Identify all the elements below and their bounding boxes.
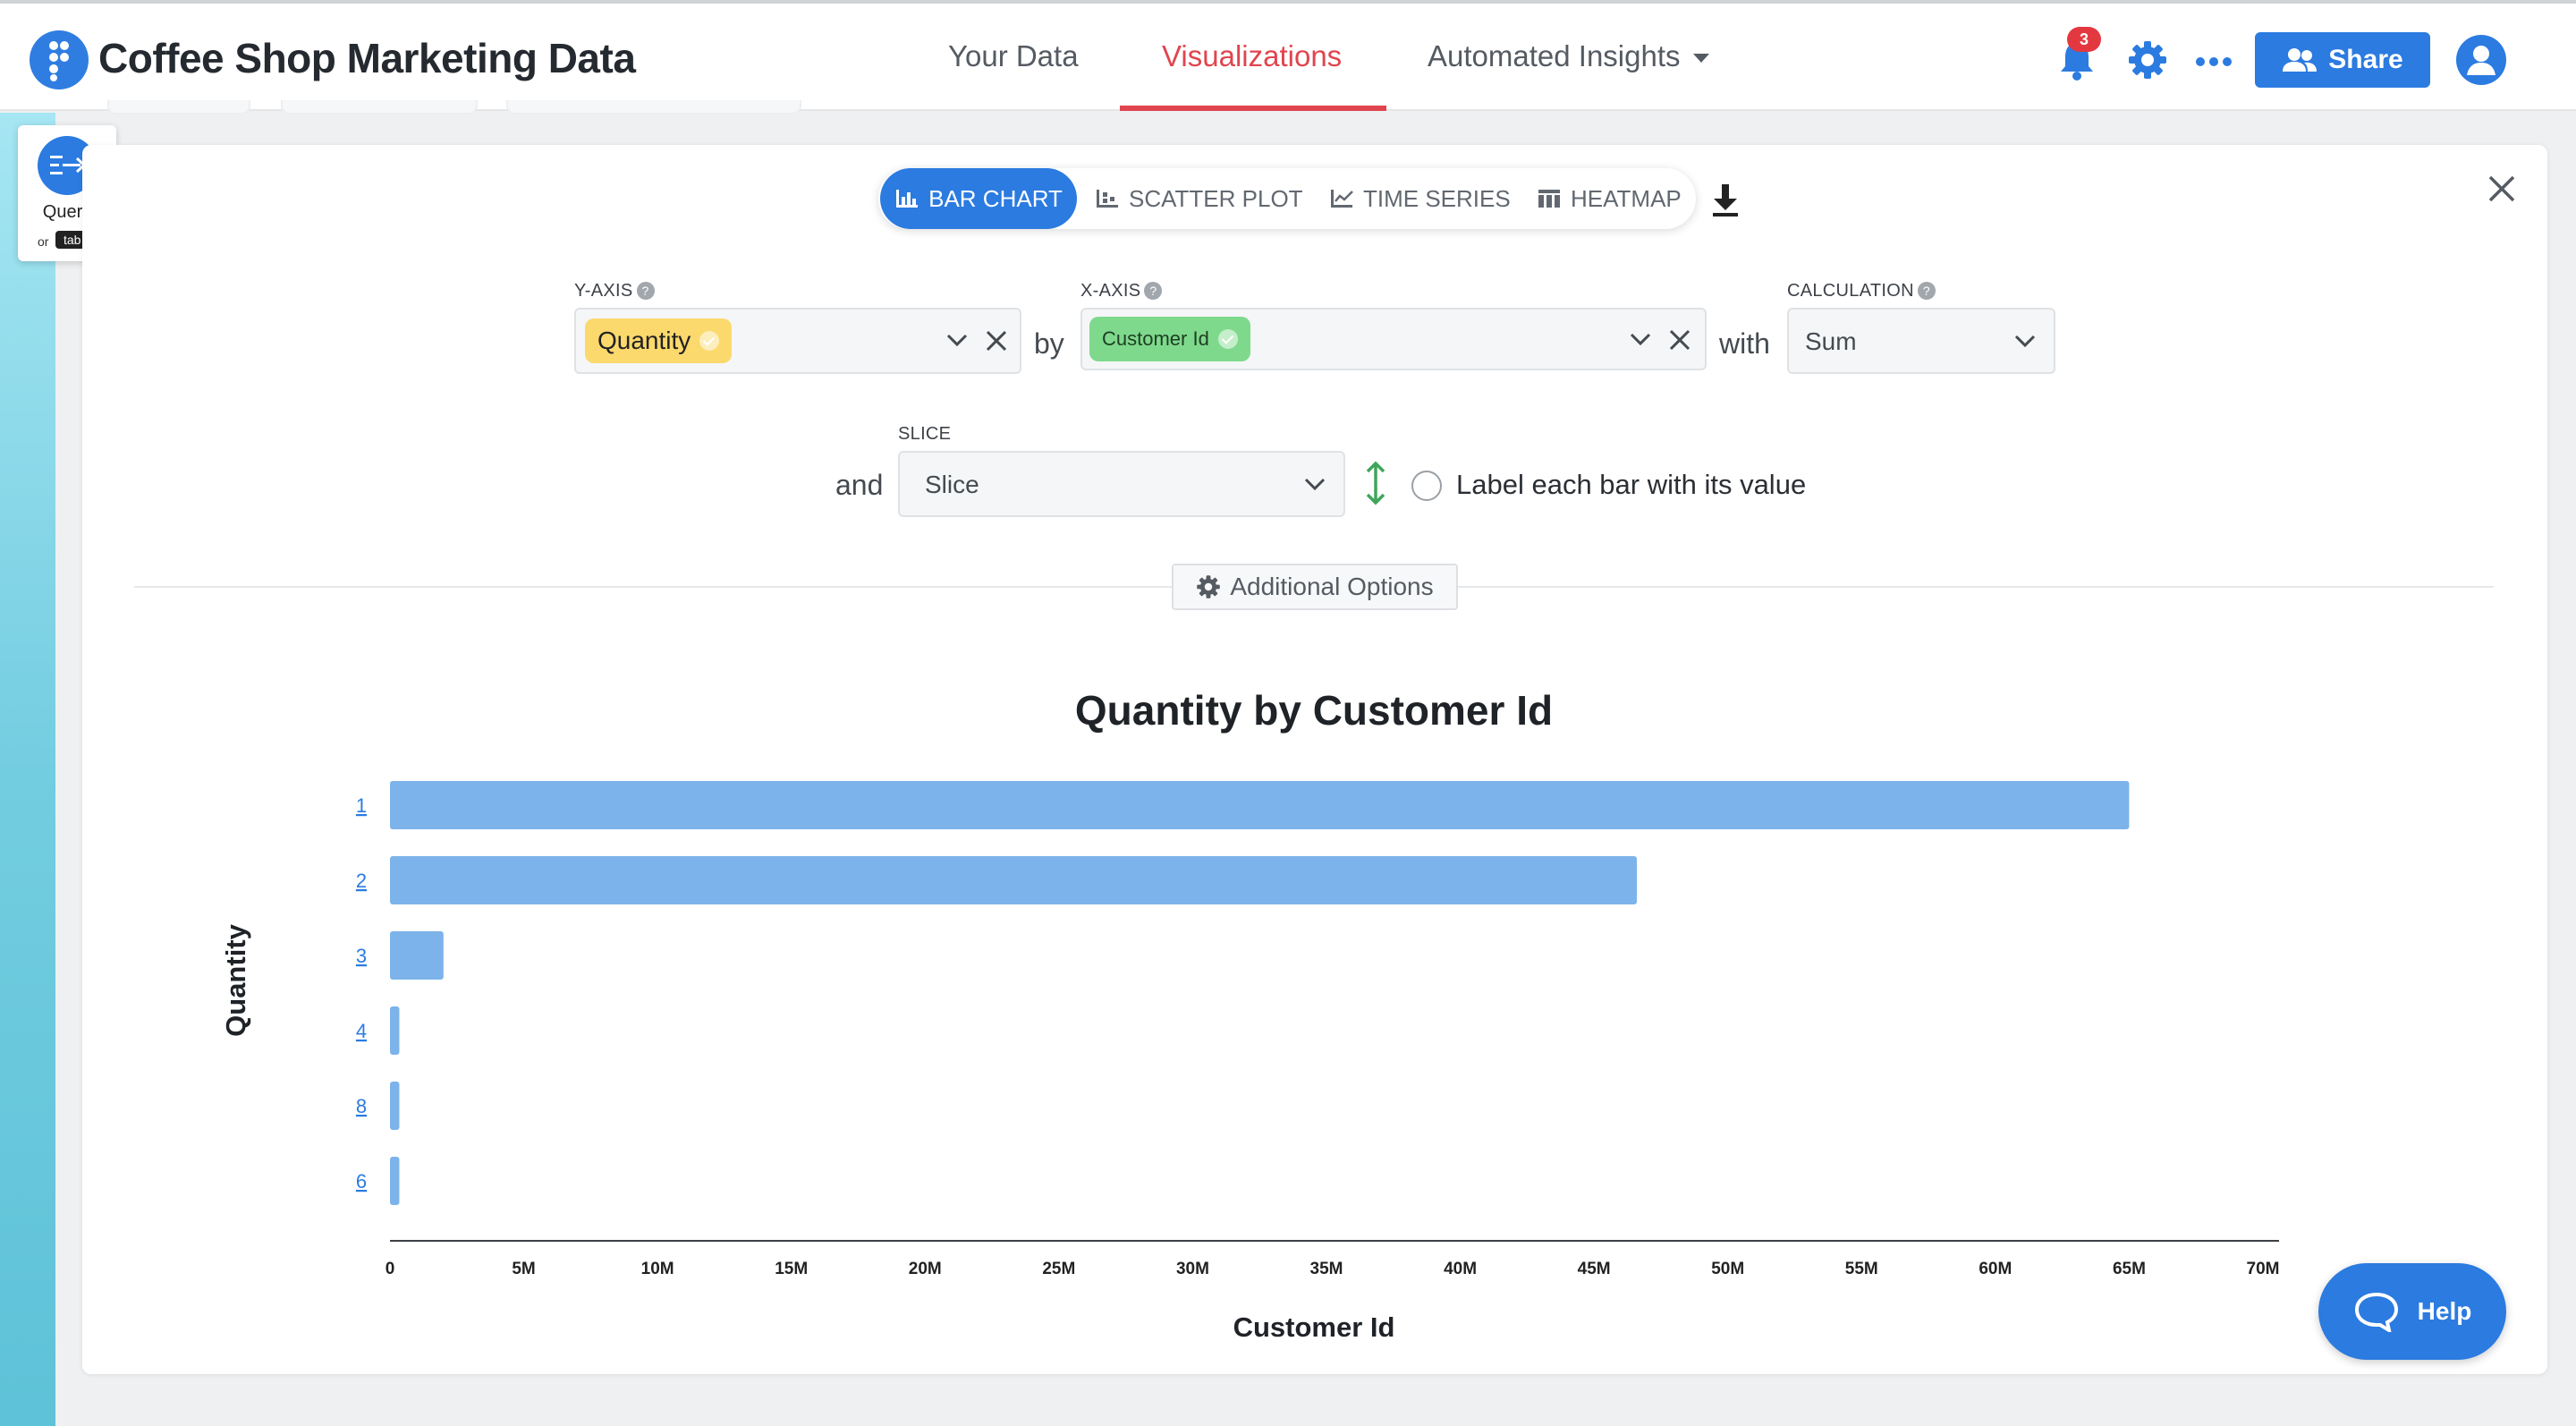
chart-bar <box>390 781 2130 829</box>
help-button[interactable]: Help <box>2318 1263 2506 1360</box>
chat-bubble-icon <box>2354 1292 2398 1332</box>
chart-title: Quantity by Customer Id <box>1075 687 1553 734</box>
help-label: Help <box>2417 1297 2472 1325</box>
chart-bar <box>390 931 444 980</box>
bar-chart: Quantity by Customer Id 1 2 3 4 8 6 0 5M 10M 15M 20… <box>220 687 2280 1343</box>
x-tick-label: 15M <box>775 1260 808 1278</box>
x-tick-label: 5M <box>512 1260 535 1278</box>
category-label[interactable]: 4 <box>356 1020 367 1042</box>
x-tick-label: 60M <box>1979 1260 2012 1278</box>
x-tick-label: 45M <box>1578 1260 1611 1278</box>
chart-bar <box>390 1082 400 1130</box>
x-tick-label: 25M <box>1042 1260 1075 1278</box>
chart-bar <box>390 1157 400 1205</box>
x-tick-label: 65M <box>2113 1260 2146 1278</box>
category-label[interactable]: 6 <box>356 1170 367 1193</box>
x-tick-label: 35M <box>1310 1260 1343 1278</box>
x-tick-label: 20M <box>909 1260 942 1278</box>
category-label[interactable]: 8 <box>356 1095 367 1117</box>
x-tick-label: 40M <box>1444 1260 1477 1278</box>
x-tick-label: 0 <box>386 1260 395 1278</box>
chart-bar <box>390 856 1638 904</box>
x-axis-title: Customer Id <box>1233 1311 1395 1343</box>
y-axis-title: Quantity <box>220 923 251 1036</box>
x-tick-label: 30M <box>1176 1260 1209 1278</box>
chart-bar <box>390 1006 400 1055</box>
x-tick-label: 70M <box>2247 1260 2280 1278</box>
category-label[interactable]: 2 <box>356 870 367 892</box>
category-label[interactable]: 3 <box>356 945 367 967</box>
x-tick-label: 55M <box>1845 1260 1878 1278</box>
category-label[interactable]: 1 <box>356 794 367 817</box>
x-tick-label: 50M <box>1711 1260 1744 1278</box>
x-tick-label: 10M <box>641 1260 674 1278</box>
